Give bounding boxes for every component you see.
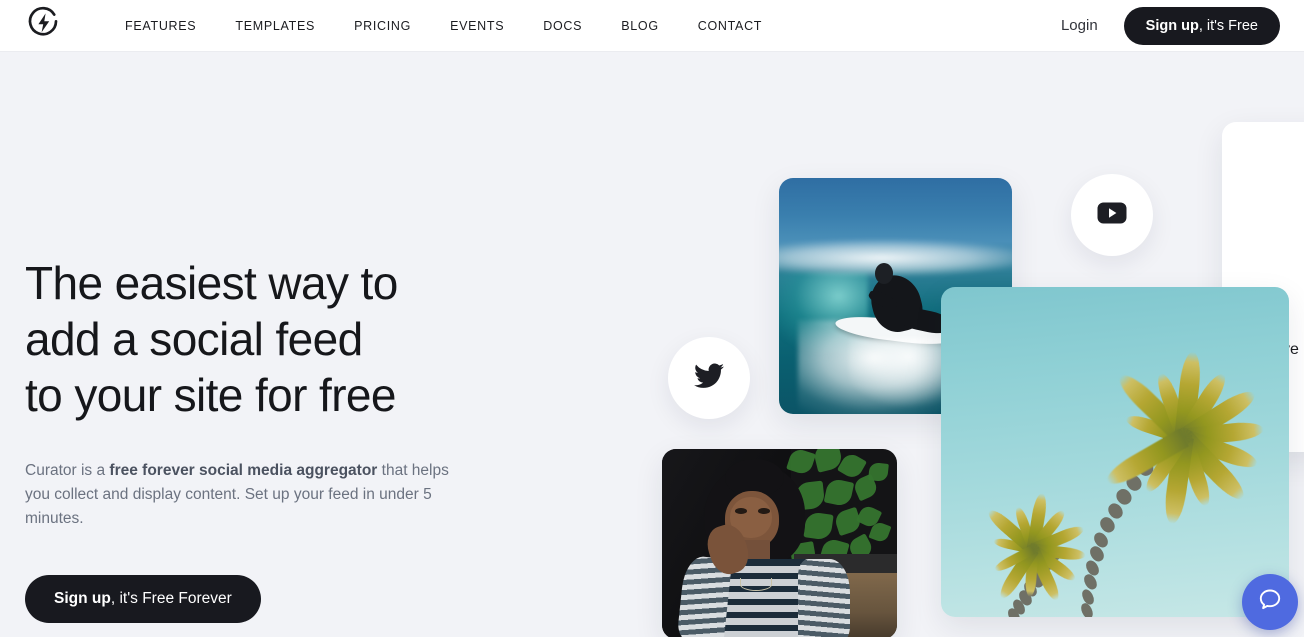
header-actions: Login Sign up, it's Free: [1061, 6, 1280, 45]
nav-item-contact[interactable]: CONTACT: [698, 19, 762, 33]
hero-subtitle: Curator is a free forever social media a…: [25, 459, 455, 531]
hero-cta-rest: , it's Free Forever: [110, 590, 232, 607]
plant-leaf: [785, 449, 816, 476]
nav-item-features[interactable]: FEATURES: [125, 19, 196, 33]
bubble-youtube[interactable]: [1071, 174, 1153, 256]
nav-item-docs[interactable]: DOCS: [543, 19, 582, 33]
plant-leaf: [824, 477, 855, 507]
logo-link[interactable]: [25, 5, 63, 46]
bubble-twitter[interactable]: [668, 337, 750, 419]
nav-item-events[interactable]: EVENTS: [450, 19, 504, 33]
hero-sub-bold: free forever social media aggregator: [109, 462, 378, 479]
surfer-head-shape: [874, 262, 894, 285]
palm-tree-small: [941, 287, 1289, 617]
woman-left-eye: [734, 507, 747, 514]
woman-right-sleeve: [798, 559, 850, 637]
woman-portrait-photo-card[interactable]: [662, 449, 897, 637]
woman-right-eye: [758, 507, 771, 514]
main-navigation: FEATURES TEMPLATES PRICING EVENTS DOCS B…: [125, 19, 762, 33]
nav-item-templates[interactable]: TEMPLATES: [235, 19, 315, 33]
header-signup-rest: , it's Free: [1198, 17, 1258, 34]
twitter-icon: [694, 362, 724, 394]
hero-text-block: The easiest way to add a social feed to …: [25, 255, 495, 623]
login-link[interactable]: Login: [1061, 17, 1098, 34]
header-signup-bold: Sign up: [1145, 17, 1199, 34]
chat-bubble-icon: [1256, 586, 1284, 619]
hero-cta-bold: Sign up: [54, 590, 111, 607]
nav-item-blog[interactable]: BLOG: [621, 19, 659, 33]
palm-trees-photo-card[interactable]: [941, 287, 1289, 617]
page-root: FEATURES TEMPLATES PRICING EVENTS DOCS B…: [0, 0, 1304, 637]
lightning-bolt-circle-logo-icon: [26, 5, 62, 46]
surfer-foam-upper: [779, 239, 1012, 278]
help-chat-button[interactable]: [1242, 574, 1298, 630]
youtube-icon: [1097, 202, 1127, 229]
plant-leaf: [803, 510, 835, 541]
header-signup-button[interactable]: Sign up, it's Free: [1123, 6, 1280, 45]
plant-leaf: [867, 462, 889, 482]
site-header: FEATURES TEMPLATES PRICING EVENTS DOCS B…: [0, 0, 1304, 52]
nav-item-pricing[interactable]: PRICING: [354, 19, 411, 33]
hero-sub-part1: Curator is a: [25, 462, 110, 479]
page-title: The easiest way to add a social feed to …: [25, 257, 398, 421]
hero-signup-button[interactable]: Sign up, it's Free Forever: [25, 575, 261, 623]
